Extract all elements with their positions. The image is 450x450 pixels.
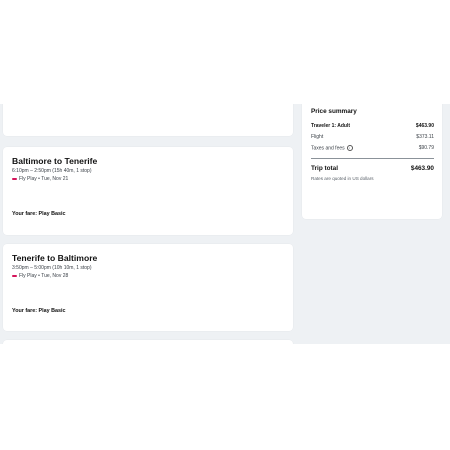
airline-row: Fly Play • Tue, Nov 21: [12, 176, 68, 182]
taxes-value: $90.79: [418, 145, 434, 151]
price-summary-card: Price summary Traveler 1: Adult $463.90 …: [302, 104, 442, 219]
flight-price-label: Flight: [311, 134, 324, 140]
traveler-label: Traveler 1: Adult: [311, 123, 350, 129]
airline-date: Fly Play • Tue, Nov 21: [19, 176, 69, 182]
checkout-content: Baltimore to Tenerife 6:10pm – 2:50pm (1…: [0, 104, 450, 344]
flight-card-return: Tenerife to Baltimore 3:50pm – 5:00pm (1…: [3, 244, 293, 331]
flight-times: 3:50pm – 5:00pm (10h 10m, 1 stop): [12, 265, 92, 271]
price-summary-title: Price summary: [311, 108, 357, 115]
summary-divider: [311, 158, 434, 159]
airline-logo-icon: [12, 275, 17, 277]
currency-note: Rates are quoted in US dollars: [311, 176, 374, 181]
flight-route-title: Tenerife to Baltimore: [12, 253, 98, 263]
airline-row: Fly Play • Tue, Nov 28: [12, 273, 68, 279]
flight-price-row: Flight $373.11: [311, 134, 434, 140]
airline-logo-icon: [12, 178, 17, 180]
next-card: [3, 340, 293, 344]
previous-card: [3, 104, 293, 136]
trip-total-row: Trip total $463.90: [311, 165, 434, 172]
fare-label: Your fare: Play Basic: [12, 308, 66, 314]
fare-label: Your fare: Play Basic: [12, 211, 66, 217]
airline-date: Fly Play • Tue, Nov 28: [19, 273, 69, 279]
page: Baltimore to Tenerife 6:10pm – 2:50pm (1…: [0, 0, 450, 450]
trip-total-label: Trip total: [311, 165, 338, 172]
traveler-value: $463.90: [415, 123, 434, 129]
taxes-label: Taxes and fees: [311, 145, 345, 152]
traveler-row: Traveler 1: Adult $463.90: [311, 123, 434, 129]
info-icon[interactable]: i: [346, 145, 353, 151]
taxes-label-group: Taxes and fees i: [311, 145, 353, 151]
taxes-row: Taxes and fees i $90.79: [311, 145, 434, 151]
flight-card-outbound: Baltimore to Tenerife 6:10pm – 2:50pm (1…: [3, 147, 293, 235]
trip-total-value: $463.90: [410, 165, 434, 172]
flight-times: 6:10pm – 2:50pm (15h 40m, 1 stop): [12, 168, 92, 174]
flight-route-title: Baltimore to Tenerife: [12, 156, 98, 166]
flight-price-value: $373.11: [416, 134, 434, 140]
